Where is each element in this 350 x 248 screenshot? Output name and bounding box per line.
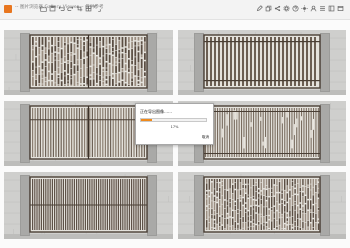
share-icon[interactable] [274,5,281,12]
gate-thumbnail-5[interactable] [4,172,173,239]
grid-icon[interactable] [85,5,92,12]
window-icon[interactable] [337,5,344,12]
help-icon[interactable] [292,5,299,12]
cancel-button[interactable]: 取消 [202,135,209,140]
gate-thumbnail-1[interactable] [4,30,173,95]
crop-icon[interactable] [76,5,83,12]
menu-icon[interactable] [319,5,326,12]
edit-icon[interactable] [256,5,263,12]
folder-icon[interactable] [40,5,47,12]
gate-thumbnail-6[interactable] [178,172,346,239]
title-bar: -- 图片浏览器 Gallery Viewer -- 仅供参考 [0,0,350,20]
expand-icon[interactable] [94,5,101,12]
user-icon[interactable] [310,5,317,12]
app-logo-icon [4,5,12,13]
redo-icon[interactable] [67,5,74,12]
copy-icon[interactable] [265,5,272,12]
layout-icon[interactable] [328,5,335,12]
progress-percent-label: 17% [170,125,179,129]
settings-icon[interactable] [283,5,290,12]
progress-bar-fill [141,119,153,121]
undo-icon[interactable] [58,5,65,12]
sun-icon[interactable] [301,5,308,12]
dialog-title: 正在导出图像…… [140,109,172,114]
gate-thumbnail-2[interactable] [178,30,346,95]
progress-bar [140,118,207,122]
export-progress-dialog: 正在导出图像…… 17% 取消 [135,103,214,145]
save-icon[interactable] [49,5,56,12]
